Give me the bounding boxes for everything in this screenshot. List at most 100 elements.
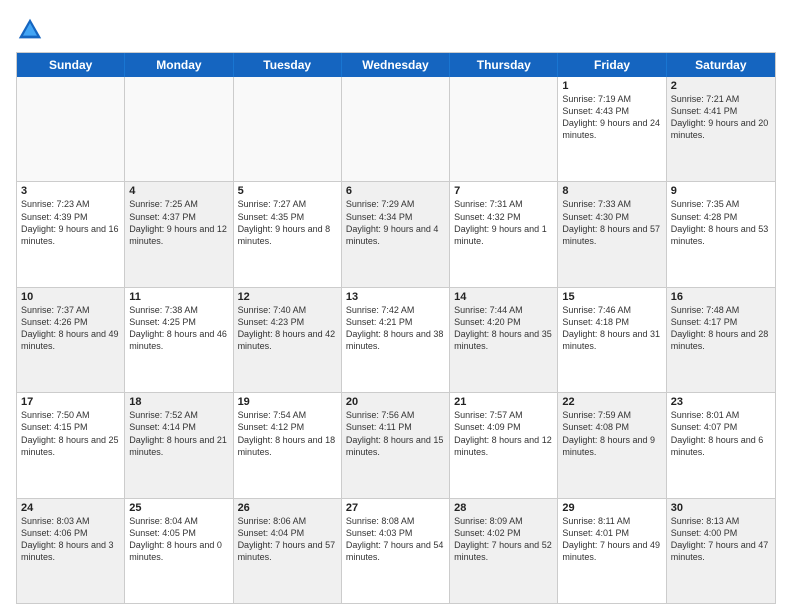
calendar-cell: 25Sunrise: 8:04 AM Sunset: 4:05 PM Dayli…	[125, 499, 233, 603]
calendar-cell: 2Sunrise: 7:21 AM Sunset: 4:41 PM Daylig…	[667, 77, 775, 181]
calendar-cell	[342, 77, 450, 181]
day-number: 7	[454, 185, 553, 197]
day-info: Sunrise: 7:56 AM Sunset: 4:11 PM Dayligh…	[346, 409, 445, 458]
calendar-cell: 5Sunrise: 7:27 AM Sunset: 4:35 PM Daylig…	[234, 182, 342, 286]
calendar-cell: 11Sunrise: 7:38 AM Sunset: 4:25 PM Dayli…	[125, 288, 233, 392]
day-info: Sunrise: 7:29 AM Sunset: 4:34 PM Dayligh…	[346, 198, 445, 247]
calendar-cell: 16Sunrise: 7:48 AM Sunset: 4:17 PM Dayli…	[667, 288, 775, 392]
calendar-row-3: 17Sunrise: 7:50 AM Sunset: 4:15 PM Dayli…	[17, 393, 775, 498]
calendar-cell	[125, 77, 233, 181]
calendar-cell: 13Sunrise: 7:42 AM Sunset: 4:21 PM Dayli…	[342, 288, 450, 392]
calendar-cell: 29Sunrise: 8:11 AM Sunset: 4:01 PM Dayli…	[558, 499, 666, 603]
day-number: 27	[346, 502, 445, 514]
calendar-cell: 6Sunrise: 7:29 AM Sunset: 4:34 PM Daylig…	[342, 182, 450, 286]
day-number: 16	[671, 291, 771, 303]
calendar-body: 1Sunrise: 7:19 AM Sunset: 4:43 PM Daylig…	[17, 77, 775, 603]
day-number: 2	[671, 80, 771, 92]
calendar-cell: 18Sunrise: 7:52 AM Sunset: 4:14 PM Dayli…	[125, 393, 233, 497]
day-number: 1	[562, 80, 661, 92]
day-info: Sunrise: 8:08 AM Sunset: 4:03 PM Dayligh…	[346, 515, 445, 564]
day-number: 13	[346, 291, 445, 303]
day-number: 6	[346, 185, 445, 197]
calendar-cell: 21Sunrise: 7:57 AM Sunset: 4:09 PM Dayli…	[450, 393, 558, 497]
calendar-row-0: 1Sunrise: 7:19 AM Sunset: 4:43 PM Daylig…	[17, 77, 775, 182]
day-number: 23	[671, 396, 771, 408]
calendar-cell: 15Sunrise: 7:46 AM Sunset: 4:18 PM Dayli…	[558, 288, 666, 392]
header	[16, 16, 776, 44]
day-number: 18	[129, 396, 228, 408]
day-number: 25	[129, 502, 228, 514]
day-number: 14	[454, 291, 553, 303]
day-number: 11	[129, 291, 228, 303]
day-info: Sunrise: 7:40 AM Sunset: 4:23 PM Dayligh…	[238, 304, 337, 353]
day-info: Sunrise: 7:19 AM Sunset: 4:43 PM Dayligh…	[562, 93, 661, 142]
calendar-cell: 26Sunrise: 8:06 AM Sunset: 4:04 PM Dayli…	[234, 499, 342, 603]
header-day-sunday: Sunday	[17, 53, 125, 77]
day-info: Sunrise: 7:57 AM Sunset: 4:09 PM Dayligh…	[454, 409, 553, 458]
day-info: Sunrise: 7:33 AM Sunset: 4:30 PM Dayligh…	[562, 198, 661, 247]
calendar-cell: 23Sunrise: 8:01 AM Sunset: 4:07 PM Dayli…	[667, 393, 775, 497]
calendar-cell: 1Sunrise: 7:19 AM Sunset: 4:43 PM Daylig…	[558, 77, 666, 181]
day-number: 30	[671, 502, 771, 514]
calendar-cell: 22Sunrise: 7:59 AM Sunset: 4:08 PM Dayli…	[558, 393, 666, 497]
day-number: 21	[454, 396, 553, 408]
day-info: Sunrise: 8:09 AM Sunset: 4:02 PM Dayligh…	[454, 515, 553, 564]
day-number: 19	[238, 396, 337, 408]
day-info: Sunrise: 7:46 AM Sunset: 4:18 PM Dayligh…	[562, 304, 661, 353]
day-info: Sunrise: 7:48 AM Sunset: 4:17 PM Dayligh…	[671, 304, 771, 353]
calendar-cell: 7Sunrise: 7:31 AM Sunset: 4:32 PM Daylig…	[450, 182, 558, 286]
calendar-cell: 8Sunrise: 7:33 AM Sunset: 4:30 PM Daylig…	[558, 182, 666, 286]
calendar-row-4: 24Sunrise: 8:03 AM Sunset: 4:06 PM Dayli…	[17, 499, 775, 603]
calendar-cell: 9Sunrise: 7:35 AM Sunset: 4:28 PM Daylig…	[667, 182, 775, 286]
day-info: Sunrise: 8:11 AM Sunset: 4:01 PM Dayligh…	[562, 515, 661, 564]
day-info: Sunrise: 7:27 AM Sunset: 4:35 PM Dayligh…	[238, 198, 337, 247]
day-info: Sunrise: 7:37 AM Sunset: 4:26 PM Dayligh…	[21, 304, 120, 353]
day-info: Sunrise: 7:50 AM Sunset: 4:15 PM Dayligh…	[21, 409, 120, 458]
calendar-cell: 4Sunrise: 7:25 AM Sunset: 4:37 PM Daylig…	[125, 182, 233, 286]
day-info: Sunrise: 8:04 AM Sunset: 4:05 PM Dayligh…	[129, 515, 228, 564]
day-info: Sunrise: 7:35 AM Sunset: 4:28 PM Dayligh…	[671, 198, 771, 247]
calendar-header: SundayMondayTuesdayWednesdayThursdayFrid…	[17, 53, 775, 77]
header-day-tuesday: Tuesday	[234, 53, 342, 77]
day-number: 29	[562, 502, 661, 514]
day-info: Sunrise: 7:31 AM Sunset: 4:32 PM Dayligh…	[454, 198, 553, 247]
day-info: Sunrise: 8:13 AM Sunset: 4:00 PM Dayligh…	[671, 515, 771, 564]
calendar-cell	[450, 77, 558, 181]
day-number: 12	[238, 291, 337, 303]
calendar-cell: 3Sunrise: 7:23 AM Sunset: 4:39 PM Daylig…	[17, 182, 125, 286]
header-day-thursday: Thursday	[450, 53, 558, 77]
day-number: 24	[21, 502, 120, 514]
page: SundayMondayTuesdayWednesdayThursdayFrid…	[0, 0, 792, 612]
day-info: Sunrise: 8:06 AM Sunset: 4:04 PM Dayligh…	[238, 515, 337, 564]
calendar-cell: 24Sunrise: 8:03 AM Sunset: 4:06 PM Dayli…	[17, 499, 125, 603]
calendar-row-1: 3Sunrise: 7:23 AM Sunset: 4:39 PM Daylig…	[17, 182, 775, 287]
logo-icon	[16, 16, 44, 44]
calendar-cell: 10Sunrise: 7:37 AM Sunset: 4:26 PM Dayli…	[17, 288, 125, 392]
day-number: 20	[346, 396, 445, 408]
header-day-monday: Monday	[125, 53, 233, 77]
calendar-cell: 28Sunrise: 8:09 AM Sunset: 4:02 PM Dayli…	[450, 499, 558, 603]
day-number: 9	[671, 185, 771, 197]
day-info: Sunrise: 7:25 AM Sunset: 4:37 PM Dayligh…	[129, 198, 228, 247]
day-number: 4	[129, 185, 228, 197]
header-day-wednesday: Wednesday	[342, 53, 450, 77]
calendar-cell: 20Sunrise: 7:56 AM Sunset: 4:11 PM Dayli…	[342, 393, 450, 497]
calendar: SundayMondayTuesdayWednesdayThursdayFrid…	[16, 52, 776, 604]
day-info: Sunrise: 8:01 AM Sunset: 4:07 PM Dayligh…	[671, 409, 771, 458]
day-info: Sunrise: 7:54 AM Sunset: 4:12 PM Dayligh…	[238, 409, 337, 458]
calendar-cell: 27Sunrise: 8:08 AM Sunset: 4:03 PM Dayli…	[342, 499, 450, 603]
day-info: Sunrise: 7:21 AM Sunset: 4:41 PM Dayligh…	[671, 93, 771, 142]
day-number: 22	[562, 396, 661, 408]
day-info: Sunrise: 7:42 AM Sunset: 4:21 PM Dayligh…	[346, 304, 445, 353]
day-number: 15	[562, 291, 661, 303]
day-info: Sunrise: 7:38 AM Sunset: 4:25 PM Dayligh…	[129, 304, 228, 353]
calendar-cell	[17, 77, 125, 181]
day-info: Sunrise: 8:03 AM Sunset: 4:06 PM Dayligh…	[21, 515, 120, 564]
day-number: 8	[562, 185, 661, 197]
calendar-cell: 12Sunrise: 7:40 AM Sunset: 4:23 PM Dayli…	[234, 288, 342, 392]
calendar-cell	[234, 77, 342, 181]
header-day-saturday: Saturday	[667, 53, 775, 77]
day-number: 26	[238, 502, 337, 514]
calendar-row-2: 10Sunrise: 7:37 AM Sunset: 4:26 PM Dayli…	[17, 288, 775, 393]
header-day-friday: Friday	[558, 53, 666, 77]
